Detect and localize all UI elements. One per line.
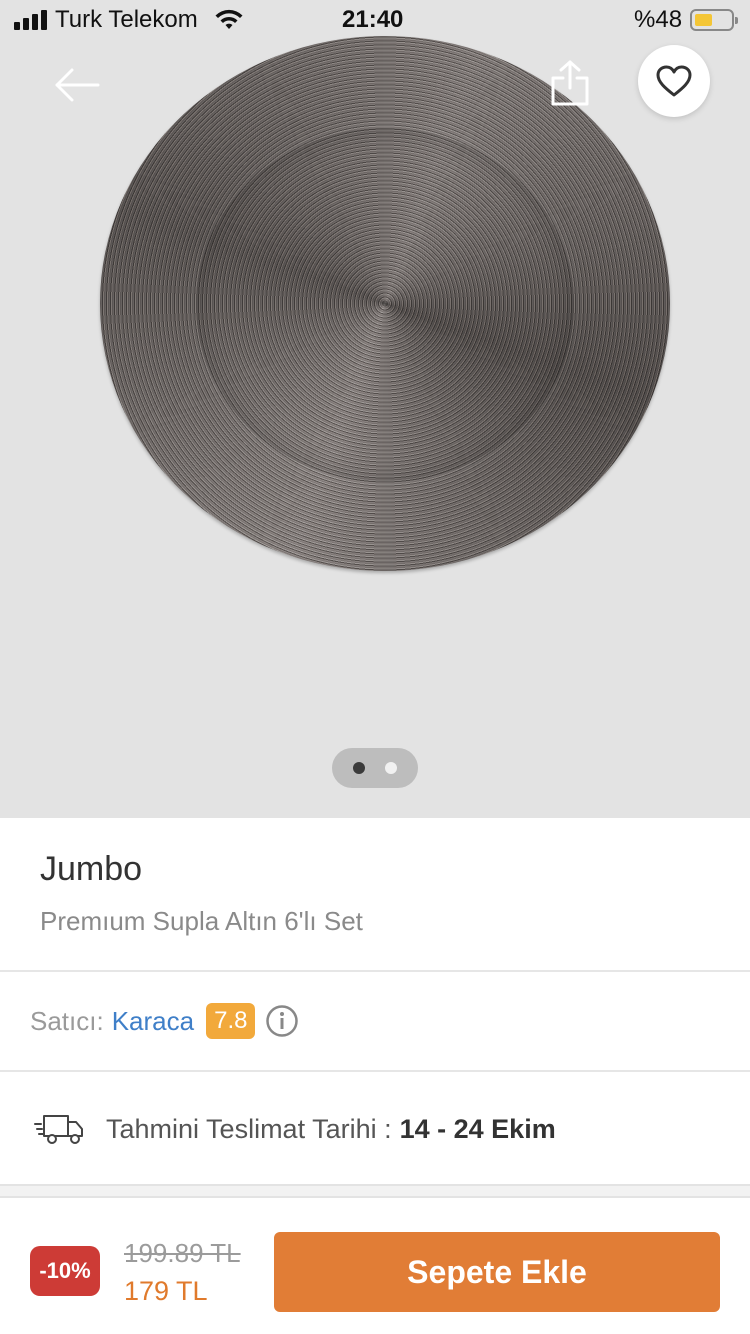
seller-row: Satıcı: Karaca 7.8: [30, 1000, 299, 1042]
seller-score-badge: 7.8: [206, 1003, 256, 1039]
delivery-row: Tahmini Teslimat Tarihi : 14 - 24 Ekim: [34, 1104, 556, 1154]
divider: [0, 970, 750, 972]
wifi-icon: [215, 9, 243, 29]
battery-icon: [690, 9, 738, 31]
bottom-purchase-bar: -10% 199.89 TL 179 TL Sepete Ekle: [0, 1198, 750, 1334]
pager-dot-1[interactable]: [353, 762, 365, 774]
product-name: Premıum Supla Altın 6'lı Set: [40, 906, 363, 936]
favorite-button[interactable]: [638, 45, 710, 117]
carrier-name: Turk Telekom: [55, 6, 198, 33]
divider: [0, 1070, 750, 1072]
share-button[interactable]: [548, 58, 592, 108]
heart-icon: [656, 65, 692, 97]
clock: 21:40: [342, 6, 404, 33]
add-to-cart-button[interactable]: Sepete Ekle: [274, 1232, 720, 1312]
arrow-left-icon: [55, 68, 100, 102]
back-button[interactable]: [52, 64, 102, 106]
seller-name-link[interactable]: Karaca: [112, 1006, 194, 1037]
delivery-date: 14 - 24 Ekim: [399, 1113, 556, 1144]
section-separator: [0, 1184, 750, 1198]
delivery-truck-icon: [34, 1115, 83, 1144]
product-image-rim: [196, 128, 574, 482]
status-bar: Turk Telekom 21:40 %48: [0, 0, 750, 40]
product-brand: Jumbo: [40, 850, 143, 888]
info-icon[interactable]: [265, 1004, 299, 1038]
battery-percentage: %48: [634, 6, 683, 33]
seller-label: Satıcı:: [30, 1005, 104, 1036]
pager-dot-2[interactable]: [385, 762, 397, 774]
discount-badge: -10%: [30, 1246, 100, 1296]
battery-level-fill: [695, 14, 712, 26]
image-pager[interactable]: [332, 748, 418, 788]
product-image-gallery[interactable]: [0, 0, 750, 818]
share-icon: [551, 60, 589, 106]
old-price: 199.89 TL: [124, 1238, 241, 1268]
cellular-signal-icon: [14, 10, 48, 30]
delivery-label: Tahmini Teslimat Tarihi :: [106, 1113, 392, 1144]
current-price: 179 TL: [124, 1276, 208, 1306]
